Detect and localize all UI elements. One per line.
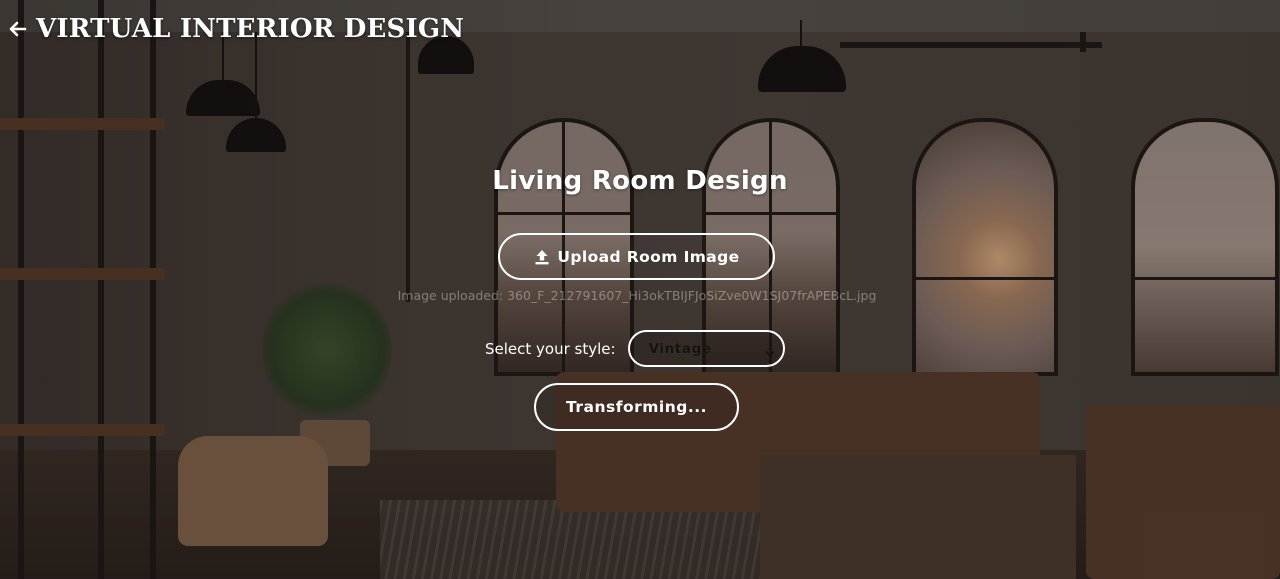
style-select-value: Vintage <box>648 340 712 357</box>
upload-status-text: Image uploaded: 360_F_212791607_Hi3okTBI… <box>397 288 877 303</box>
style-select-label: Select your style: <box>485 339 616 358</box>
design-panel: Living Room Design Upload Room Image Ima… <box>0 0 1280 579</box>
transform-button[interactable]: Transforming... <box>534 383 739 431</box>
style-selector-row: Select your style: Vintage <box>485 330 785 367</box>
upload-icon <box>533 248 551 266</box>
app-stage: VIRTUAL INTERIOR DESIGN Living Room Desi… <box>0 0 1280 579</box>
upload-button-label: Upload Room Image <box>557 247 740 266</box>
chevron-down-icon <box>765 344 775 357</box>
page-title: Living Room Design <box>492 166 788 196</box>
style-select[interactable]: Vintage <box>627 330 785 367</box>
upload-room-image-button[interactable]: Upload Room Image <box>498 233 775 280</box>
